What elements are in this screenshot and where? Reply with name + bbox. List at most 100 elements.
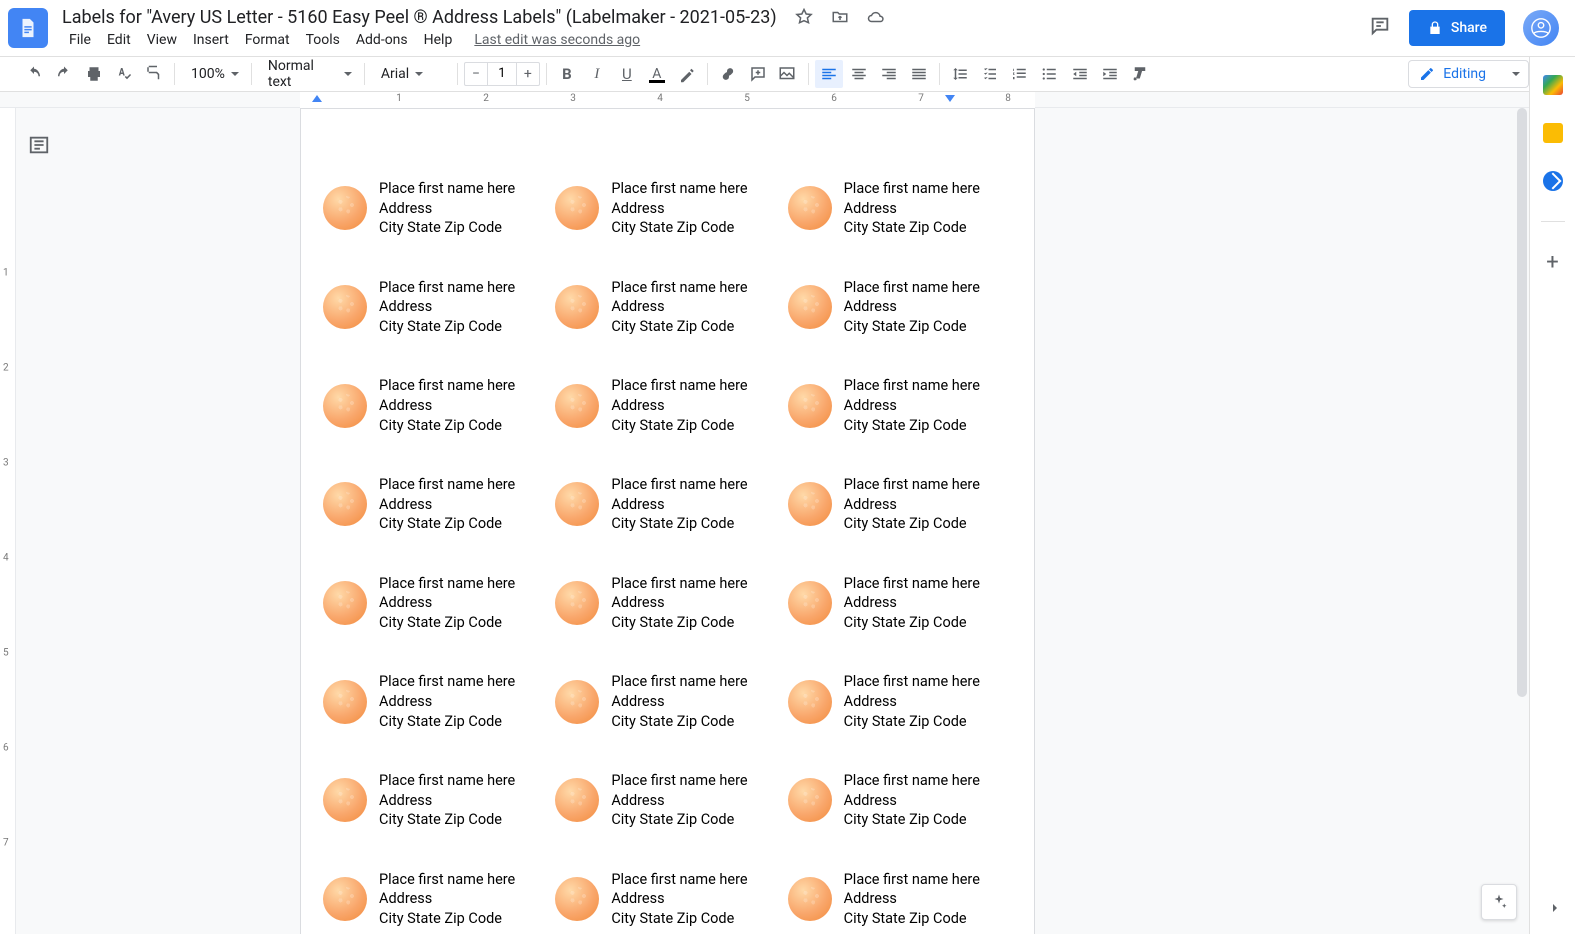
account-avatar[interactable] bbox=[1523, 10, 1559, 46]
underline-button[interactable]: U bbox=[613, 60, 641, 88]
bulleted-list-button[interactable] bbox=[1036, 60, 1064, 88]
increase-indent-button[interactable] bbox=[1096, 60, 1124, 88]
explore-button[interactable] bbox=[1481, 884, 1517, 920]
label-cell[interactable]: Place first name hereAddressCity State Z… bbox=[788, 672, 1012, 731]
label-cell[interactable]: Place first name hereAddressCity State Z… bbox=[323, 475, 547, 534]
document-page[interactable]: Place first name hereAddressCity State Z… bbox=[300, 108, 1035, 934]
label-cell[interactable]: Place first name hereAddressCity State Z… bbox=[788, 870, 1012, 929]
label-cell[interactable]: Place first name hereAddressCity State Z… bbox=[788, 376, 1012, 435]
label-text[interactable]: Place first name hereAddressCity State Z… bbox=[379, 574, 515, 633]
spellcheck-button[interactable] bbox=[110, 60, 138, 88]
cloud-status-icon[interactable] bbox=[867, 8, 885, 26]
italic-button[interactable]: I bbox=[583, 60, 611, 88]
label-text[interactable]: Place first name hereAddressCity State Z… bbox=[379, 771, 515, 830]
label-cell[interactable]: Place first name hereAddressCity State Z… bbox=[323, 672, 547, 731]
menu-help[interactable]: Help bbox=[417, 30, 460, 50]
label-cell[interactable]: Place first name hereAddressCity State Z… bbox=[323, 376, 547, 435]
label-text[interactable]: Place first name hereAddressCity State Z… bbox=[611, 278, 747, 337]
label-text[interactable]: Place first name hereAddressCity State Z… bbox=[611, 574, 747, 633]
document-title[interactable]: Labels for "Avery US Letter - 5160 Easy … bbox=[62, 7, 777, 28]
menu-addons[interactable]: Add-ons bbox=[349, 30, 415, 50]
calendar-addon-icon[interactable] bbox=[1543, 75, 1563, 95]
highlight-color-button[interactable] bbox=[673, 60, 701, 88]
text-color-button[interactable]: A bbox=[643, 60, 671, 88]
label-text[interactable]: Place first name hereAddressCity State Z… bbox=[379, 179, 515, 238]
label-cell[interactable]: Place first name hereAddressCity State Z… bbox=[323, 574, 547, 633]
label-text[interactable]: Place first name hereAddressCity State Z… bbox=[611, 376, 747, 435]
bold-button[interactable]: B bbox=[553, 60, 581, 88]
menu-view[interactable]: View bbox=[140, 30, 184, 50]
horizontal-ruler[interactable]: 12345678 bbox=[0, 92, 1529, 108]
label-text[interactable]: Place first name hereAddressCity State Z… bbox=[844, 870, 980, 929]
get-addons-button[interactable]: + bbox=[1546, 252, 1558, 274]
right-indent-marker[interactable] bbox=[945, 95, 955, 102]
label-text[interactable]: Place first name hereAddressCity State Z… bbox=[611, 672, 747, 731]
move-icon[interactable] bbox=[831, 8, 849, 26]
label-cell[interactable]: Place first name hereAddressCity State Z… bbox=[788, 475, 1012, 534]
clear-formatting-button[interactable] bbox=[1126, 60, 1154, 88]
insert-comment-button[interactable] bbox=[744, 60, 772, 88]
numbered-list-button[interactable] bbox=[1006, 60, 1034, 88]
label-text[interactable]: Place first name hereAddressCity State Z… bbox=[611, 475, 747, 534]
label-cell[interactable]: Place first name hereAddressCity State Z… bbox=[788, 179, 1012, 238]
label-cell[interactable]: Place first name hereAddressCity State Z… bbox=[555, 771, 779, 830]
align-justify-button[interactable] bbox=[905, 60, 933, 88]
checklist-button[interactable] bbox=[976, 60, 1004, 88]
label-cell[interactable]: Place first name hereAddressCity State Z… bbox=[555, 574, 779, 633]
label-cell[interactable]: Place first name hereAddressCity State Z… bbox=[788, 574, 1012, 633]
keep-addon-icon[interactable] bbox=[1543, 123, 1563, 143]
menu-format[interactable]: Format bbox=[238, 30, 297, 50]
decrease-indent-button[interactable] bbox=[1066, 60, 1094, 88]
last-edit-link[interactable]: Last edit was seconds ago bbox=[467, 30, 647, 50]
label-text[interactable]: Place first name hereAddressCity State Z… bbox=[379, 672, 515, 731]
menu-tools[interactable]: Tools bbox=[299, 30, 347, 50]
print-button[interactable] bbox=[80, 60, 108, 88]
editing-mode-select[interactable]: Editing bbox=[1408, 60, 1529, 88]
font-family-select[interactable]: Arial bbox=[371, 60, 451, 88]
undo-button[interactable] bbox=[20, 60, 48, 88]
label-cell[interactable]: Place first name hereAddressCity State Z… bbox=[323, 278, 547, 337]
insert-link-button[interactable] bbox=[714, 60, 742, 88]
label-text[interactable]: Place first name hereAddressCity State Z… bbox=[379, 278, 515, 337]
label-cell[interactable]: Place first name hereAddressCity State Z… bbox=[555, 475, 779, 534]
label-text[interactable]: Place first name hereAddressCity State Z… bbox=[611, 179, 747, 238]
label-cell[interactable]: Place first name hereAddressCity State Z… bbox=[555, 870, 779, 929]
font-size-increase[interactable]: + bbox=[517, 66, 539, 82]
menu-file[interactable]: File bbox=[62, 30, 98, 50]
label-cell[interactable]: Place first name hereAddressCity State Z… bbox=[323, 870, 547, 929]
label-text[interactable]: Place first name hereAddressCity State Z… bbox=[844, 278, 980, 337]
label-text[interactable]: Place first name hereAddressCity State Z… bbox=[379, 870, 515, 929]
label-cell[interactable]: Place first name hereAddressCity State Z… bbox=[788, 771, 1012, 830]
label-text[interactable]: Place first name hereAddressCity State Z… bbox=[844, 179, 980, 238]
document-outline-button[interactable] bbox=[28, 134, 56, 162]
left-indent-marker[interactable] bbox=[312, 95, 322, 102]
label-cell[interactable]: Place first name hereAddressCity State Z… bbox=[555, 278, 779, 337]
paint-format-button[interactable] bbox=[140, 60, 168, 88]
label-cell[interactable]: Place first name hereAddressCity State Z… bbox=[323, 179, 547, 238]
label-text[interactable]: Place first name hereAddressCity State Z… bbox=[844, 672, 980, 731]
star-icon[interactable] bbox=[795, 8, 813, 26]
insert-image-button[interactable] bbox=[774, 60, 802, 88]
redo-button[interactable] bbox=[50, 60, 78, 88]
label-text[interactable]: Place first name hereAddressCity State Z… bbox=[611, 771, 747, 830]
label-text[interactable]: Place first name hereAddressCity State Z… bbox=[844, 574, 980, 633]
paragraph-style-select[interactable]: Normal text bbox=[258, 60, 358, 88]
label-cell[interactable]: Place first name hereAddressCity State Z… bbox=[788, 278, 1012, 337]
label-text[interactable]: Place first name hereAddressCity State Z… bbox=[844, 376, 980, 435]
label-text[interactable]: Place first name hereAddressCity State Z… bbox=[844, 475, 980, 534]
font-size-value[interactable]: 1 bbox=[487, 63, 517, 85]
label-text[interactable]: Place first name hereAddressCity State Z… bbox=[379, 475, 515, 534]
zoom-select[interactable]: 100% bbox=[181, 60, 245, 88]
menu-insert[interactable]: Insert bbox=[186, 30, 236, 50]
hide-sidepanel-button[interactable] bbox=[1547, 900, 1563, 920]
vertical-scrollbar[interactable] bbox=[1517, 108, 1527, 697]
line-spacing-button[interactable] bbox=[946, 60, 974, 88]
label-text[interactable]: Place first name hereAddressCity State Z… bbox=[379, 376, 515, 435]
label-cell[interactable]: Place first name hereAddressCity State Z… bbox=[555, 672, 779, 731]
font-size-decrease[interactable]: − bbox=[465, 66, 487, 82]
label-text[interactable]: Place first name hereAddressCity State Z… bbox=[844, 771, 980, 830]
share-button[interactable]: Share bbox=[1409, 10, 1505, 46]
comments-icon[interactable] bbox=[1369, 15, 1391, 41]
label-cell[interactable]: Place first name hereAddressCity State Z… bbox=[323, 771, 547, 830]
label-cell[interactable]: Place first name hereAddressCity State Z… bbox=[555, 179, 779, 238]
